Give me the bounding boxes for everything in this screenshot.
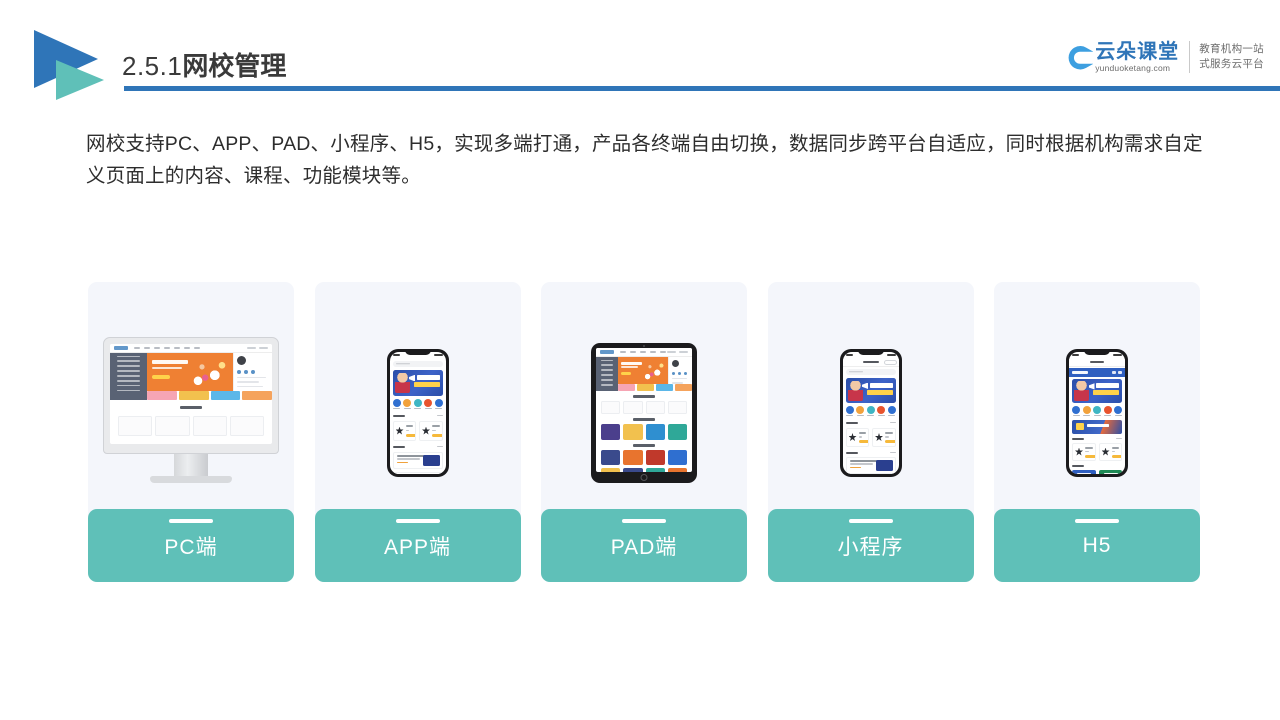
brand-logo: 云朵课堂 yunduoketang.com 教育机构一站 式服务云平台 xyxy=(1059,34,1264,80)
device-stage xyxy=(315,282,521,543)
card-label-pc[interactable]: PC端 xyxy=(88,509,294,582)
platform-card-miniprogram[interactable]: 小程序 xyxy=(767,282,974,582)
title-underline-rule xyxy=(124,86,1280,91)
brand-tagline: 教育机构一站 式服务云平台 xyxy=(1199,42,1264,72)
page-title: 2.5.1网校管理 xyxy=(122,50,286,82)
brand-tagline-line-2: 式服务云平台 xyxy=(1199,58,1264,70)
smartphone-miniprogram-icon xyxy=(839,348,902,477)
tablet-icon xyxy=(591,342,697,483)
brand-divider xyxy=(1189,41,1191,73)
platform-card-pc[interactable]: PC端 xyxy=(88,282,294,582)
body-paragraph: 网校支持PC、APP、PAD、小程序、H5，实现多端打通，产品各终端自由切换，数… xyxy=(86,133,1203,187)
platform-card-app[interactable]: APP端 xyxy=(314,282,521,582)
card-label-h5[interactable]: H5 xyxy=(994,509,1200,582)
page-title-name: 网校管理 xyxy=(182,51,287,81)
brand-tagline-line-1: 教育机构一站 xyxy=(1199,43,1264,55)
brand-wordmark: 云朵课堂 yunduoketang.com xyxy=(1095,41,1179,74)
device-stage xyxy=(88,282,294,543)
slide-root: 2.5.1网校管理 云朵课堂 yunduoketang.com 教育机构一站 式… xyxy=(0,0,1280,720)
platform-card-pad[interactable]: PAD端 xyxy=(541,282,747,582)
slide-header: 2.5.1网校管理 云朵课堂 yunduoketang.com 教育机构一站 式… xyxy=(0,0,1280,110)
smartphone-h5-icon xyxy=(1066,348,1128,477)
play-triangle-logo-icon xyxy=(26,28,118,102)
brand-domain: yunduoketang.com xyxy=(1095,62,1171,73)
device-stage xyxy=(768,282,974,543)
card-label-app[interactable]: APP端 xyxy=(314,509,521,582)
smartphone-icon xyxy=(386,348,449,477)
platform-card-row: PC端 APP端 PAD端 小程序 H5 xyxy=(88,282,1200,582)
platform-card-h5[interactable]: H5 xyxy=(994,282,1200,582)
device-stage xyxy=(994,282,1200,543)
card-label-miniprogram[interactable]: 小程序 xyxy=(767,509,974,582)
device-stage xyxy=(541,282,747,543)
cloud-icon xyxy=(1059,40,1094,74)
card-label-pad[interactable]: PAD端 xyxy=(541,509,747,582)
brand-name-cn: 云朵课堂 xyxy=(1095,40,1180,63)
desktop-monitor-icon xyxy=(103,336,279,489)
page-title-number: 2.5.1 xyxy=(122,51,183,81)
